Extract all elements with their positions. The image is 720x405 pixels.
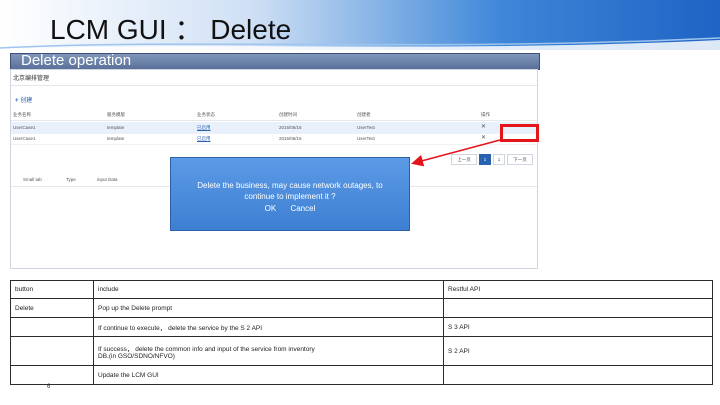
dialog-message-line: Delete the business, may cause network o… bbox=[197, 181, 383, 190]
section-header: Delete operation bbox=[10, 52, 540, 70]
delete-icon[interactable]: ✕ bbox=[481, 134, 486, 141]
row-owner: UserTest bbox=[357, 125, 375, 130]
cell-include: Pop up the Delete prompt bbox=[93, 298, 444, 318]
column-header: Type bbox=[66, 177, 76, 182]
row-date: 2016/06/16 bbox=[279, 136, 302, 141]
dialog-message: Delete the business, may cause network o… bbox=[171, 180, 409, 202]
delete-highlight-box bbox=[500, 124, 539, 142]
table-row: If continue to execute， delete the servi… bbox=[10, 317, 713, 337]
app-title: 北京编排管理 bbox=[13, 76, 50, 82]
cell-api bbox=[443, 365, 713, 385]
column-header: Small tab bbox=[23, 177, 42, 182]
cell-include: If continue to execute， delete the servi… bbox=[93, 317, 444, 337]
cell-api bbox=[443, 298, 713, 318]
cell-include: Update the LCM GUI bbox=[93, 365, 444, 385]
dialog-message-line: continue to implement it ? bbox=[244, 192, 336, 201]
row-date: 2016/06/16 bbox=[279, 125, 302, 130]
row-template: template bbox=[107, 136, 125, 141]
operation-info-table: button include Restful API Delete Pop up… bbox=[10, 280, 713, 385]
table-row[interactable]: UserCase1 template 已启用 2016/06/16 UserTe… bbox=[11, 133, 537, 145]
column-header: 操作 bbox=[481, 112, 490, 117]
page-button[interactable]: 1 bbox=[493, 154, 505, 165]
header-api: Restful API bbox=[443, 280, 713, 299]
create-button[interactable]: + 创建 bbox=[15, 95, 32, 104]
table-row: If success， delete the common info and i… bbox=[10, 336, 713, 366]
column-header: input Data bbox=[97, 177, 118, 182]
cell-button: Delete bbox=[10, 298, 94, 318]
row-status-link[interactable]: 已启用 bbox=[197, 125, 211, 131]
cancel-button[interactable]: Cancel bbox=[290, 204, 315, 213]
table-header: 业务名称 服务模版 业务状态 创建时间 创建者 操作 bbox=[11, 110, 537, 121]
header-button: button bbox=[10, 280, 94, 299]
current-page-button[interactable]: 1 bbox=[479, 154, 491, 165]
header-include: include bbox=[93, 280, 444, 299]
table-row: Delete Pop up the Delete prompt bbox=[10, 298, 713, 318]
create-button-label: 创建 bbox=[20, 98, 33, 104]
row-name: UserCase1 bbox=[13, 125, 36, 130]
title-banner: LCM GUI ： Delete bbox=[0, 0, 720, 54]
row-template: template bbox=[107, 125, 125, 130]
cell-include-line: If success， delete the common info and i… bbox=[98, 345, 315, 353]
cell-api: S 2 API bbox=[443, 336, 713, 366]
section-label: Delete operation bbox=[21, 52, 132, 69]
row-owner: UserTest bbox=[357, 136, 375, 141]
dialog-buttons: OK Cancel bbox=[171, 204, 409, 213]
page-number: 6 bbox=[47, 384, 51, 390]
delete-icon[interactable]: ✕ bbox=[481, 123, 486, 130]
cell-api: S 3 API bbox=[443, 317, 713, 337]
cell-button bbox=[10, 317, 94, 337]
column-header: 创建时间 bbox=[279, 112, 297, 117]
cell-include-line: DB.(in GSO/SDNO/NFVO) bbox=[98, 352, 175, 360]
next-page-button[interactable]: 下一页 bbox=[507, 154, 533, 165]
cell-include: If success， delete the common info and i… bbox=[93, 336, 444, 366]
column-header: 服务模版 bbox=[107, 112, 125, 117]
ok-button[interactable]: OK bbox=[265, 204, 277, 213]
column-header: 业务状态 bbox=[197, 112, 215, 117]
table-header-row: button include Restful API bbox=[10, 280, 713, 299]
column-header: 业务名称 bbox=[13, 112, 31, 117]
row-status-link[interactable]: 已启用 bbox=[197, 136, 211, 142]
delete-confirm-dialog: Delete the business, may cause network o… bbox=[170, 157, 410, 231]
table-row: Update the LCM GUI bbox=[10, 365, 713, 385]
column-header: 创建者 bbox=[357, 112, 371, 117]
plus-icon: + bbox=[15, 98, 19, 104]
divider bbox=[11, 85, 537, 86]
prev-page-button[interactable]: 上一页 bbox=[451, 154, 477, 165]
slide-title: LCM GUI ： Delete bbox=[50, 14, 292, 45]
cell-button bbox=[10, 336, 94, 366]
cell-button bbox=[10, 365, 94, 385]
row-name: UserCase1 bbox=[13, 136, 36, 141]
